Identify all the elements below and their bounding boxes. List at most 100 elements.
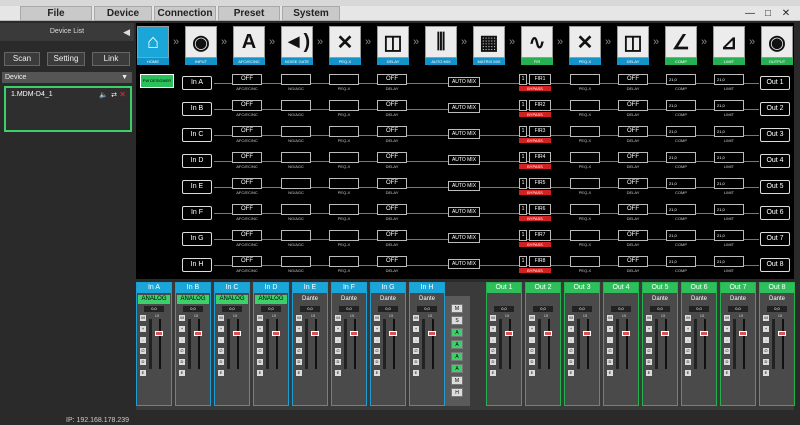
center-button[interactable]: M (451, 304, 463, 313)
strip-button[interactable]: D (724, 359, 730, 365)
strip-gain[interactable]: 0,0 (533, 306, 553, 312)
strip-gain[interactable]: 0,0 (300, 306, 320, 312)
output-button[interactable]: Out 3 (760, 128, 790, 142)
strip-button[interactable]: E (685, 370, 691, 376)
fader-knob[interactable] (155, 331, 163, 336)
strip-name[interactable]: Out 2 (526, 283, 560, 293)
strip-button[interactable]: M (607, 315, 613, 321)
delay-block[interactable]: OFF (377, 152, 407, 163)
limit-block[interactable]: 21,0 (714, 230, 744, 241)
output-button[interactable]: Out 1 (760, 76, 790, 90)
strip-button[interactable]: E (413, 370, 419, 376)
strip-button[interactable]: - (413, 337, 419, 343)
fader-knob[interactable] (272, 331, 280, 336)
strip-button[interactable]: ∅ (335, 348, 341, 354)
automix-block[interactable]: AUTO MIX (448, 181, 480, 191)
fir-block[interactable]: FIR3 (529, 126, 551, 137)
remove-icon[interactable]: ✕ (119, 90, 126, 99)
strip-button[interactable]: D (140, 359, 146, 365)
limit-block[interactable]: 21,0 (714, 100, 744, 111)
bypass-badge[interactable]: BYPASS (519, 112, 551, 117)
afc-block[interactable]: OFF (232, 230, 262, 241)
delay-block[interactable]: OFF (377, 230, 407, 241)
delay2-block[interactable]: OFF (618, 74, 648, 85)
afc-block[interactable]: OFF (232, 178, 262, 189)
strip-button[interactable]: + (529, 326, 535, 332)
menu-system[interactable]: System (282, 6, 340, 21)
strip-button[interactable]: + (607, 326, 613, 332)
center-button[interactable]: A (451, 328, 463, 337)
noise-gate-block[interactable] (281, 256, 311, 267)
fir-block[interactable]: FIR2 (529, 100, 551, 111)
module-home-icon[interactable]: ⌂ (137, 26, 169, 58)
module-peq-x-icon[interactable]: ✕ (329, 26, 361, 58)
strip-button[interactable]: ∅ (529, 348, 535, 354)
strip-gain[interactable]: 0,0 (261, 306, 281, 312)
input-button[interactable]: In C (182, 128, 212, 142)
strip-button[interactable]: M (218, 315, 224, 321)
noise-gate-block[interactable] (281, 100, 311, 111)
device-item[interactable]: 1.MDM-D4_1 🔈 ⇄ ✕ (4, 86, 132, 132)
sync-icon[interactable]: ⇄ (111, 91, 117, 99)
automix-block[interactable]: AUTO MIX (448, 233, 480, 243)
delay-block[interactable]: OFF (377, 126, 407, 137)
strip-button[interactable]: + (374, 326, 380, 332)
comp-block[interactable]: 21,0 (666, 126, 696, 137)
strip-button[interactable]: D (413, 359, 419, 365)
peq2-block[interactable] (570, 256, 600, 267)
fir-block[interactable]: FIR8 (529, 256, 551, 267)
strip-name[interactable]: In A (137, 283, 171, 293)
fader-knob[interactable] (428, 331, 436, 336)
bypass-badge[interactable]: BYPASS (519, 86, 551, 91)
fader-knob[interactable] (350, 331, 358, 336)
bypass-badge[interactable]: BYPASS (519, 268, 551, 273)
input-button[interactable]: In E (182, 180, 212, 194)
strip-button[interactable]: ∅ (140, 348, 146, 354)
noise-gate-block[interactable] (281, 152, 311, 163)
fader-knob[interactable] (389, 331, 397, 336)
limit-block[interactable]: 21,0 (714, 256, 744, 267)
strip-button[interactable]: + (685, 326, 691, 332)
strip-gain[interactable]: 0,0 (222, 306, 242, 312)
limit-block[interactable]: 21,0 (714, 126, 744, 137)
strip-button[interactable]: D (646, 359, 652, 365)
strip-button[interactable]: E (529, 370, 535, 376)
strip-button[interactable]: ∅ (296, 348, 302, 354)
limit-block[interactable]: 21,0 (714, 152, 744, 163)
strip-button[interactable]: E (335, 370, 341, 376)
strip-button[interactable]: ∅ (685, 348, 691, 354)
output-button[interactable]: Out 5 (760, 180, 790, 194)
automix-block[interactable]: AUTO MIX (448, 259, 480, 269)
strip-button[interactable]: M (413, 315, 419, 321)
strip-button[interactable]: + (646, 326, 652, 332)
comp-block[interactable]: 21,0 (666, 204, 696, 215)
speaker-icon[interactable]: 🔈 (99, 91, 108, 99)
noise-gate-block[interactable] (281, 74, 311, 85)
automix-block[interactable]: AUTO MIX (448, 77, 480, 87)
strip-gain[interactable]: 0,0 (611, 306, 631, 312)
automix-block[interactable]: AUTO MIX (448, 155, 480, 165)
strip-button[interactable]: ∅ (646, 348, 652, 354)
bypass-badge[interactable]: BYPASS (519, 190, 551, 195)
comp-block[interactable]: 21,0 (666, 230, 696, 241)
strip-button[interactable]: + (335, 326, 341, 332)
limit-block[interactable]: 21,0 (714, 178, 744, 189)
strip-button[interactable]: - (685, 337, 691, 343)
strip-button[interactable]: + (413, 326, 419, 332)
fir-block[interactable]: FIR5 (529, 178, 551, 189)
strip-name[interactable]: In G (371, 283, 405, 293)
center-button[interactable]: A (451, 364, 463, 373)
center-button[interactable]: M (451, 376, 463, 385)
strip-button[interactable]: M (257, 315, 263, 321)
strip-button[interactable]: M (763, 315, 769, 321)
noise-gate-block[interactable] (281, 178, 311, 189)
comp-block[interactable]: 21,0 (666, 178, 696, 189)
automix-block[interactable]: AUTO MIX (448, 129, 480, 139)
strip-button[interactable]: M (724, 315, 730, 321)
bypass-badge[interactable]: BYPASS (519, 164, 551, 169)
link-button[interactable]: Link (92, 52, 130, 66)
strip-button[interactable]: D (607, 359, 613, 365)
strip-button[interactable]: + (568, 326, 574, 332)
fader-knob[interactable] (622, 331, 630, 336)
strip-gain[interactable]: 0,0 (417, 306, 437, 312)
